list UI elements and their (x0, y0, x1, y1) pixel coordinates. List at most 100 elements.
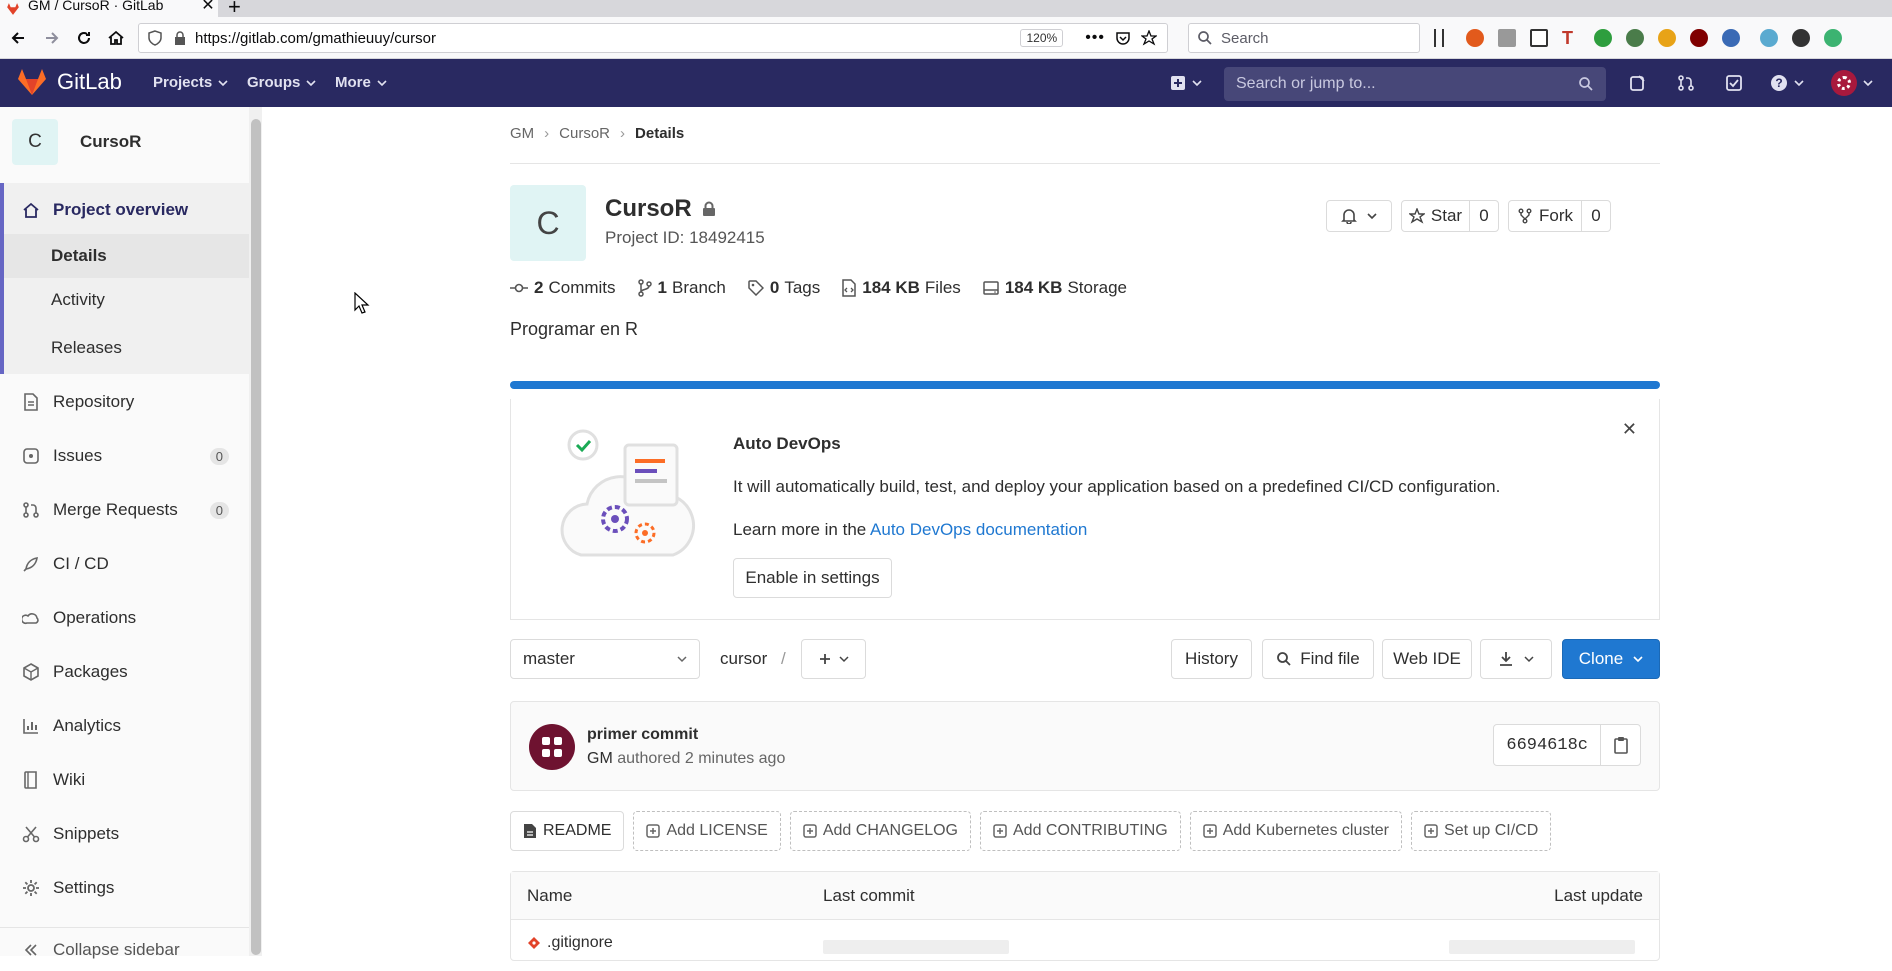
collapse-sidebar-button[interactable]: Collapse sidebar (0, 927, 249, 971)
commit-author[interactable]: GM (587, 750, 613, 767)
clone-dropdown[interactable]: Clone (1562, 639, 1660, 679)
add-contributing-button[interactable]: Add CONTRIBUTING (980, 811, 1181, 851)
stat-files[interactable]: 184 KB Files (842, 278, 961, 298)
sidebar-item-label: Operations (53, 608, 137, 627)
sidebar-subitem-details[interactable]: Details (0, 234, 249, 278)
find-file-button[interactable]: Find file (1262, 639, 1374, 679)
more-menu[interactable]: More (335, 74, 387, 91)
forward-icon[interactable] (40, 26, 64, 50)
extension-badge-icon[interactable] (1658, 29, 1676, 47)
extension-reader-icon[interactable] (1498, 29, 1516, 47)
sidebar-project-header[interactable]: C CursoR (12, 119, 141, 165)
tab-close-icon[interactable]: ✕ (198, 0, 218, 15)
repo-path-separator: / (781, 649, 786, 668)
breadcrumb-item-group[interactable]: GM (510, 125, 534, 142)
close-icon[interactable]: ✕ (1622, 419, 1637, 440)
web-ide-button[interactable]: Web IDE (1382, 639, 1472, 679)
sidebar-toggle-icon[interactable] (1530, 29, 1548, 47)
enable-in-settings-button[interactable]: Enable in settings (733, 558, 892, 598)
fork-count[interactable]: 0 (1582, 201, 1610, 231)
zoom-level[interactable]: 120% (1020, 29, 1064, 47)
breadcrumb-item-current[interactable]: Details (635, 125, 684, 142)
pocket-icon[interactable] (1115, 30, 1131, 46)
extension-fire-icon[interactable] (1466, 29, 1484, 47)
merge-requests-icon[interactable] (1674, 71, 1698, 95)
star-count[interactable]: 0 (1470, 201, 1498, 231)
sidebar-item-packages[interactable]: Packages (0, 650, 249, 694)
gitlab-logo[interactable]: GitLab (17, 68, 122, 96)
browser-search-input[interactable]: Search (1188, 23, 1420, 53)
sidebar-item-snippets[interactable]: Snippets (0, 812, 249, 856)
add-changelog-button[interactable]: Add CHANGELOG (789, 811, 971, 851)
todos-check-icon[interactable] (1722, 71, 1746, 95)
add-license-button[interactable]: Add LICENSE (633, 811, 781, 851)
readme-button[interactable]: README (510, 811, 625, 851)
bookmark-star-icon[interactable] (1141, 30, 1157, 46)
sidebar-subitem-activity[interactable]: Activity (0, 278, 249, 322)
sidebar-item-issues[interactable]: Issues 0 (0, 434, 249, 478)
add-to-tree-dropdown[interactable] (801, 639, 866, 679)
commit-author-avatar[interactable] (529, 724, 575, 770)
set-up-ci-cd-button[interactable]: Set up CI/CD (1411, 811, 1552, 851)
sidebar-subitem-releases[interactable]: Releases (0, 322, 249, 374)
sidebar-item-repository[interactable]: Repository (0, 380, 249, 424)
sidebar-scrollbar[interactable] (249, 107, 262, 956)
new-item-dropdown[interactable] (1166, 71, 1206, 95)
loading-placeholder (823, 940, 1009, 954)
user-menu[interactable] (1828, 70, 1876, 96)
extension-network-icon[interactable] (1760, 29, 1778, 47)
search-icon (1277, 652, 1291, 666)
auto-devops-docs-link[interactable]: Auto DevOps documentation (870, 520, 1087, 539)
copy-sha-button[interactable] (1600, 725, 1640, 765)
sidebar-scrollbar-thumb[interactable] (251, 119, 261, 955)
projects-menu[interactable]: Projects (153, 74, 228, 91)
sidebar-item-merge-requests[interactable]: Merge Requests 0 (0, 488, 249, 532)
repo-path[interactable]: cursor (720, 649, 767, 669)
help-dropdown[interactable]: ? (1766, 71, 1808, 95)
gitlab-search-input[interactable]: Search or jump to... (1224, 67, 1606, 101)
file-name-cell[interactable]: .gitignore (527, 934, 613, 952)
sidebar-item-analytics[interactable]: Analytics (0, 704, 249, 748)
page-actions-icon[interactable]: ••• (1085, 29, 1105, 47)
star-button[interactable]: Star (1402, 201, 1470, 231)
lock-icon (175, 31, 185, 45)
url-bar[interactable]: https://gitlab.com/gmathieuuy/cursor 120… (138, 23, 1168, 53)
extension-headphones-icon[interactable] (1722, 29, 1740, 47)
todo-icon[interactable] (1626, 71, 1650, 95)
extension-green-icon[interactable] (1594, 29, 1612, 47)
sidebar-item-label: Project overview (53, 200, 189, 219)
groups-menu[interactable]: Groups (247, 74, 316, 91)
breadcrumb-item-project[interactable]: CursoR (559, 125, 610, 142)
sidebar-item-settings[interactable]: Settings (0, 866, 249, 910)
commit-title[interactable]: primer commit (587, 726, 698, 744)
sidebar-item-operations[interactable]: Operations (0, 596, 249, 640)
stat-tags[interactable]: 0 Tags (748, 278, 820, 298)
commit-sha[interactable]: 6694618c (1494, 725, 1600, 765)
library-icon[interactable] (1434, 29, 1444, 47)
ublock-icon[interactable] (1690, 29, 1708, 47)
back-icon[interactable] (6, 26, 30, 50)
extension-t-icon[interactable]: T (1562, 29, 1580, 47)
history-button[interactable]: History (1171, 639, 1252, 679)
readme-label: README (543, 822, 612, 839)
reload-icon[interactable] (72, 26, 96, 50)
stat-commits[interactable]: 2 Commits (510, 278, 616, 298)
extension-cloud-icon[interactable] (1626, 29, 1644, 47)
sidebar-item-wiki[interactable]: Wiki (0, 758, 249, 802)
sidebar-item-label: Settings (53, 878, 115, 897)
home-icon (20, 199, 42, 221)
stat-storage[interactable]: 184 KB Storage (983, 278, 1127, 298)
home-icon[interactable] (104, 26, 128, 50)
notification-dropdown[interactable] (1326, 200, 1392, 232)
fork-button[interactable]: Fork (1509, 201, 1582, 231)
sidebar-item-ci-cd[interactable]: CI / CD (0, 542, 249, 586)
download-dropdown[interactable] (1480, 639, 1552, 679)
add-kubernetes-cluster-button[interactable]: Add Kubernetes cluster (1189, 811, 1403, 851)
url-text: https://gitlab.com/gmathieuuy/cursor (195, 29, 436, 47)
sidebar-item-project-overview[interactable]: Project overview (0, 183, 249, 237)
branch-select[interactable]: master (510, 639, 700, 679)
extension-avatar-icon[interactable] (1792, 29, 1810, 47)
browser-tab[interactable]: GM / CursoR · GitLab ✕ (0, 0, 218, 17)
stat-branches[interactable]: 1 Branch (637, 278, 726, 298)
grammarly-icon[interactable] (1824, 29, 1842, 47)
